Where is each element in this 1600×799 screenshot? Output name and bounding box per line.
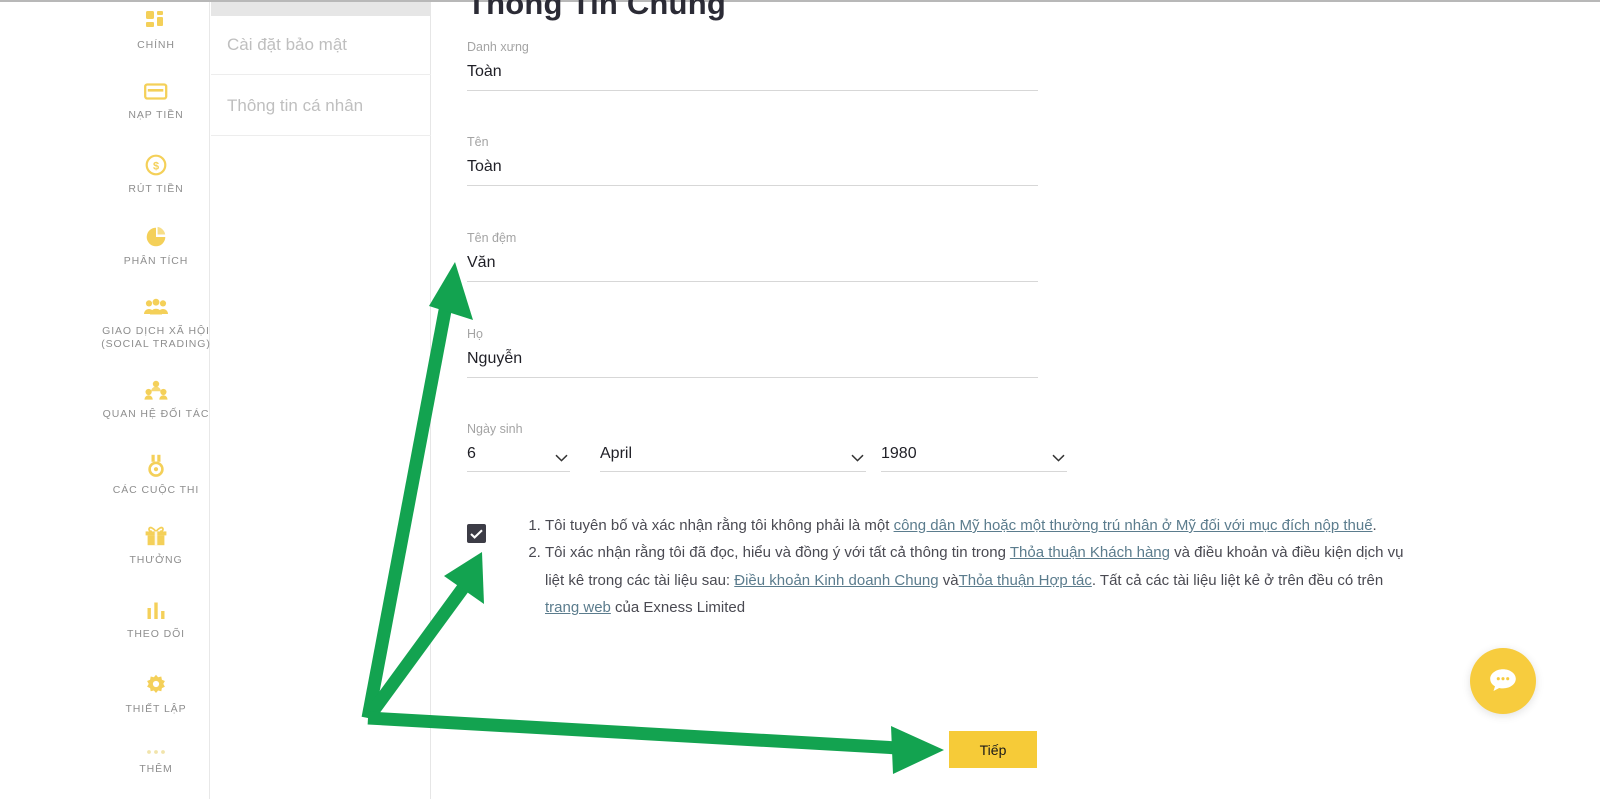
field-ten: Tên Toàn (467, 135, 1038, 186)
sidebar-item-giao-dich-xa-hoi[interactable]: GIAO DỊCH XÃ HỘI (SOCIAL TRADING) (95, 298, 217, 351)
field-value-ten-dem[interactable]: Văn (467, 254, 1038, 282)
page-title: Thông Tin Chung (467, 0, 726, 21)
people-group-icon (143, 298, 169, 318)
app-root: CHÍNH NẠP TIỀN $ RÚT TIỀN PHÂN TÍCH GIAO (0, 0, 1600, 799)
primary-sidebar: CHÍNH NẠP TIỀN $ RÚT TIỀN PHÂN TÍCH GIAO (0, 2, 210, 799)
field-value-danh-xung[interactable]: Toàn (467, 63, 1038, 91)
terms-item-2-part5: của Exness Limited (610, 599, 746, 617)
terms-list: Tôi tuyên bố và xác nhận rằng tôi không … (525, 512, 1417, 622)
bar-chart-icon (145, 600, 167, 621)
card-icon (144, 82, 168, 102)
sidebar-item-nap-tien[interactable]: NẠP TIỀN (95, 82, 217, 122)
terms-link-thoa-thuan-khach-hang[interactable]: Thỏa thuận Khách hàng (1010, 544, 1170, 561)
terms-item-2-part4: . Tất cả các tài liệu liệt kê ở trên đều… (1091, 571, 1384, 589)
sidebar-item-label: NẠP TIỀN (128, 109, 184, 121)
grid-icon (145, 10, 167, 32)
main-content: Thông Tin Chung Danh xưng Toàn Tên Toàn … (431, 0, 1600, 799)
sidebar-item-thiet-lap[interactable]: THIẾT LẬP (95, 674, 217, 716)
terms-item-1-link[interactable]: công dân Mỹ hoặc một thường trú nhân ở M… (894, 517, 1373, 534)
sidebar-item-label: RÚT TIỀN (128, 183, 184, 195)
gear-icon (145, 674, 167, 696)
sidebar-item-label: QUAN HỆ ĐỐI TÁC (102, 408, 210, 420)
field-value-ho[interactable]: Nguyễn (467, 350, 1038, 378)
terms-item-1-prefix: Tôi tuyên bố và xác nhận rằng tôi không … (545, 517, 894, 534)
terms-link-trang-web[interactable]: trang web (545, 599, 611, 616)
dob-year-value: 1980 (881, 445, 917, 462)
sidebar-item-rut-tien[interactable]: $ RÚT TIỀN (95, 154, 217, 196)
terms-item-2-part3: và (938, 571, 959, 589)
dob-month-value: April (600, 445, 633, 462)
terms-item-2-part1: Tôi xác nhận rằng tôi đã đọc, hiểu và đồ… (545, 544, 1010, 562)
gift-icon (144, 526, 168, 547)
sidebar-item-phan-tich[interactable]: PHÂN TÍCH (95, 226, 217, 268)
sidebar-item-label: THIẾT LẬP (125, 703, 187, 715)
chevron-down-icon (555, 454, 568, 462)
field-ho: Họ Nguyễn (467, 327, 1038, 378)
chat-bubble-icon (1490, 669, 1516, 691)
subnav-item-label: Thông tin cá nhân (227, 96, 364, 115)
field-label: Họ (467, 327, 483, 341)
dob-year-select[interactable]: 1980 (881, 445, 1067, 472)
check-icon (470, 528, 483, 539)
sidebar-item-them[interactable]: THÊM (95, 748, 217, 776)
sidebar-item-chinh[interactable]: CHÍNH (95, 10, 217, 52)
subnav-active-highlight (211, 2, 431, 16)
chat-button[interactable] (1470, 648, 1536, 714)
sidebar-item-label: CÁC CUỘC THI (112, 484, 200, 496)
secondary-sidebar: Cài đặt bảo mật Thông tin cá nhân (211, 2, 431, 799)
chevron-down-icon (851, 454, 864, 462)
terms-link-thoa-thuan-hop-tac[interactable]: Thỏa thuận Hợp tác (959, 572, 1092, 589)
sidebar-item-quan-he-doi-tac[interactable]: QUAN HỆ ĐỐI TÁC (95, 380, 217, 421)
dob-day-value: 6 (467, 445, 476, 462)
ellipsis-icon (145, 748, 167, 756)
dob-month-select[interactable]: April (600, 445, 866, 472)
svg-text:$: $ (153, 160, 159, 172)
next-button[interactable]: Tiếp (949, 731, 1037, 768)
dollar-circle-icon: $ (145, 154, 167, 176)
field-label: Tên (467, 135, 489, 149)
sidebar-item-label: GIAO DỊCH XÃ HỘI (SOCIAL TRADING) (101, 325, 211, 350)
field-danh-xung: Danh xưng Toàn (467, 40, 1038, 91)
terms-item-1: Tôi tuyên bố và xác nhận rằng tôi không … (545, 512, 1417, 539)
medal-icon (146, 454, 166, 477)
chevron-down-icon (1052, 454, 1065, 462)
terms-link-dieu-khoan-kinh-doanh-chung[interactable]: Điều khoản Kinh doanh Chung (734, 572, 938, 589)
subnav-item-label: Cài đặt bảo mật (227, 35, 348, 54)
field-label: Tên đệm (467, 231, 517, 245)
pie-chart-icon (145, 226, 167, 248)
sidebar-item-label: THƯỞNG (129, 554, 183, 566)
sidebar-item-thuong[interactable]: THƯỞNG (95, 526, 217, 567)
terms-section: Tôi tuyên bố và xác nhận rằng tôi không … (467, 512, 1417, 622)
sidebar-item-label: PHÂN TÍCH (123, 255, 189, 267)
dob-day-select[interactable]: 6 (467, 445, 570, 472)
field-ten-dem: Tên đệm Văn (467, 231, 1038, 282)
date-of-birth-group: Ngày sinh 6 April 1980 (467, 422, 1075, 472)
partners-icon (144, 380, 168, 401)
sidebar-item-label: THEO DÕI (127, 628, 185, 640)
sidebar-item-label: THÊM (139, 763, 173, 775)
dob-label: Ngày sinh (467, 422, 523, 436)
sidebar-item-theo-doi[interactable]: THEO DÕI (95, 600, 217, 641)
terms-item-2: Tôi xác nhận rằng tôi đã đọc, hiểu và đồ… (545, 539, 1417, 621)
subnav-item-cai-dat-bao-mat[interactable]: Cài đặt bảo mật (211, 16, 431, 75)
field-label: Danh xưng (467, 40, 529, 54)
terms-item-1-suffix: . (1372, 517, 1377, 534)
terms-checkbox[interactable] (467, 524, 486, 543)
sidebar-item-label: CHÍNH (137, 39, 175, 51)
field-value-ten[interactable]: Toàn (467, 158, 1038, 186)
subnav-item-thong-tin-ca-nhan[interactable]: Thông tin cá nhân (211, 77, 431, 136)
sidebar-item-cac-cuoc-thi[interactable]: CÁC CUỘC THI (95, 454, 217, 497)
